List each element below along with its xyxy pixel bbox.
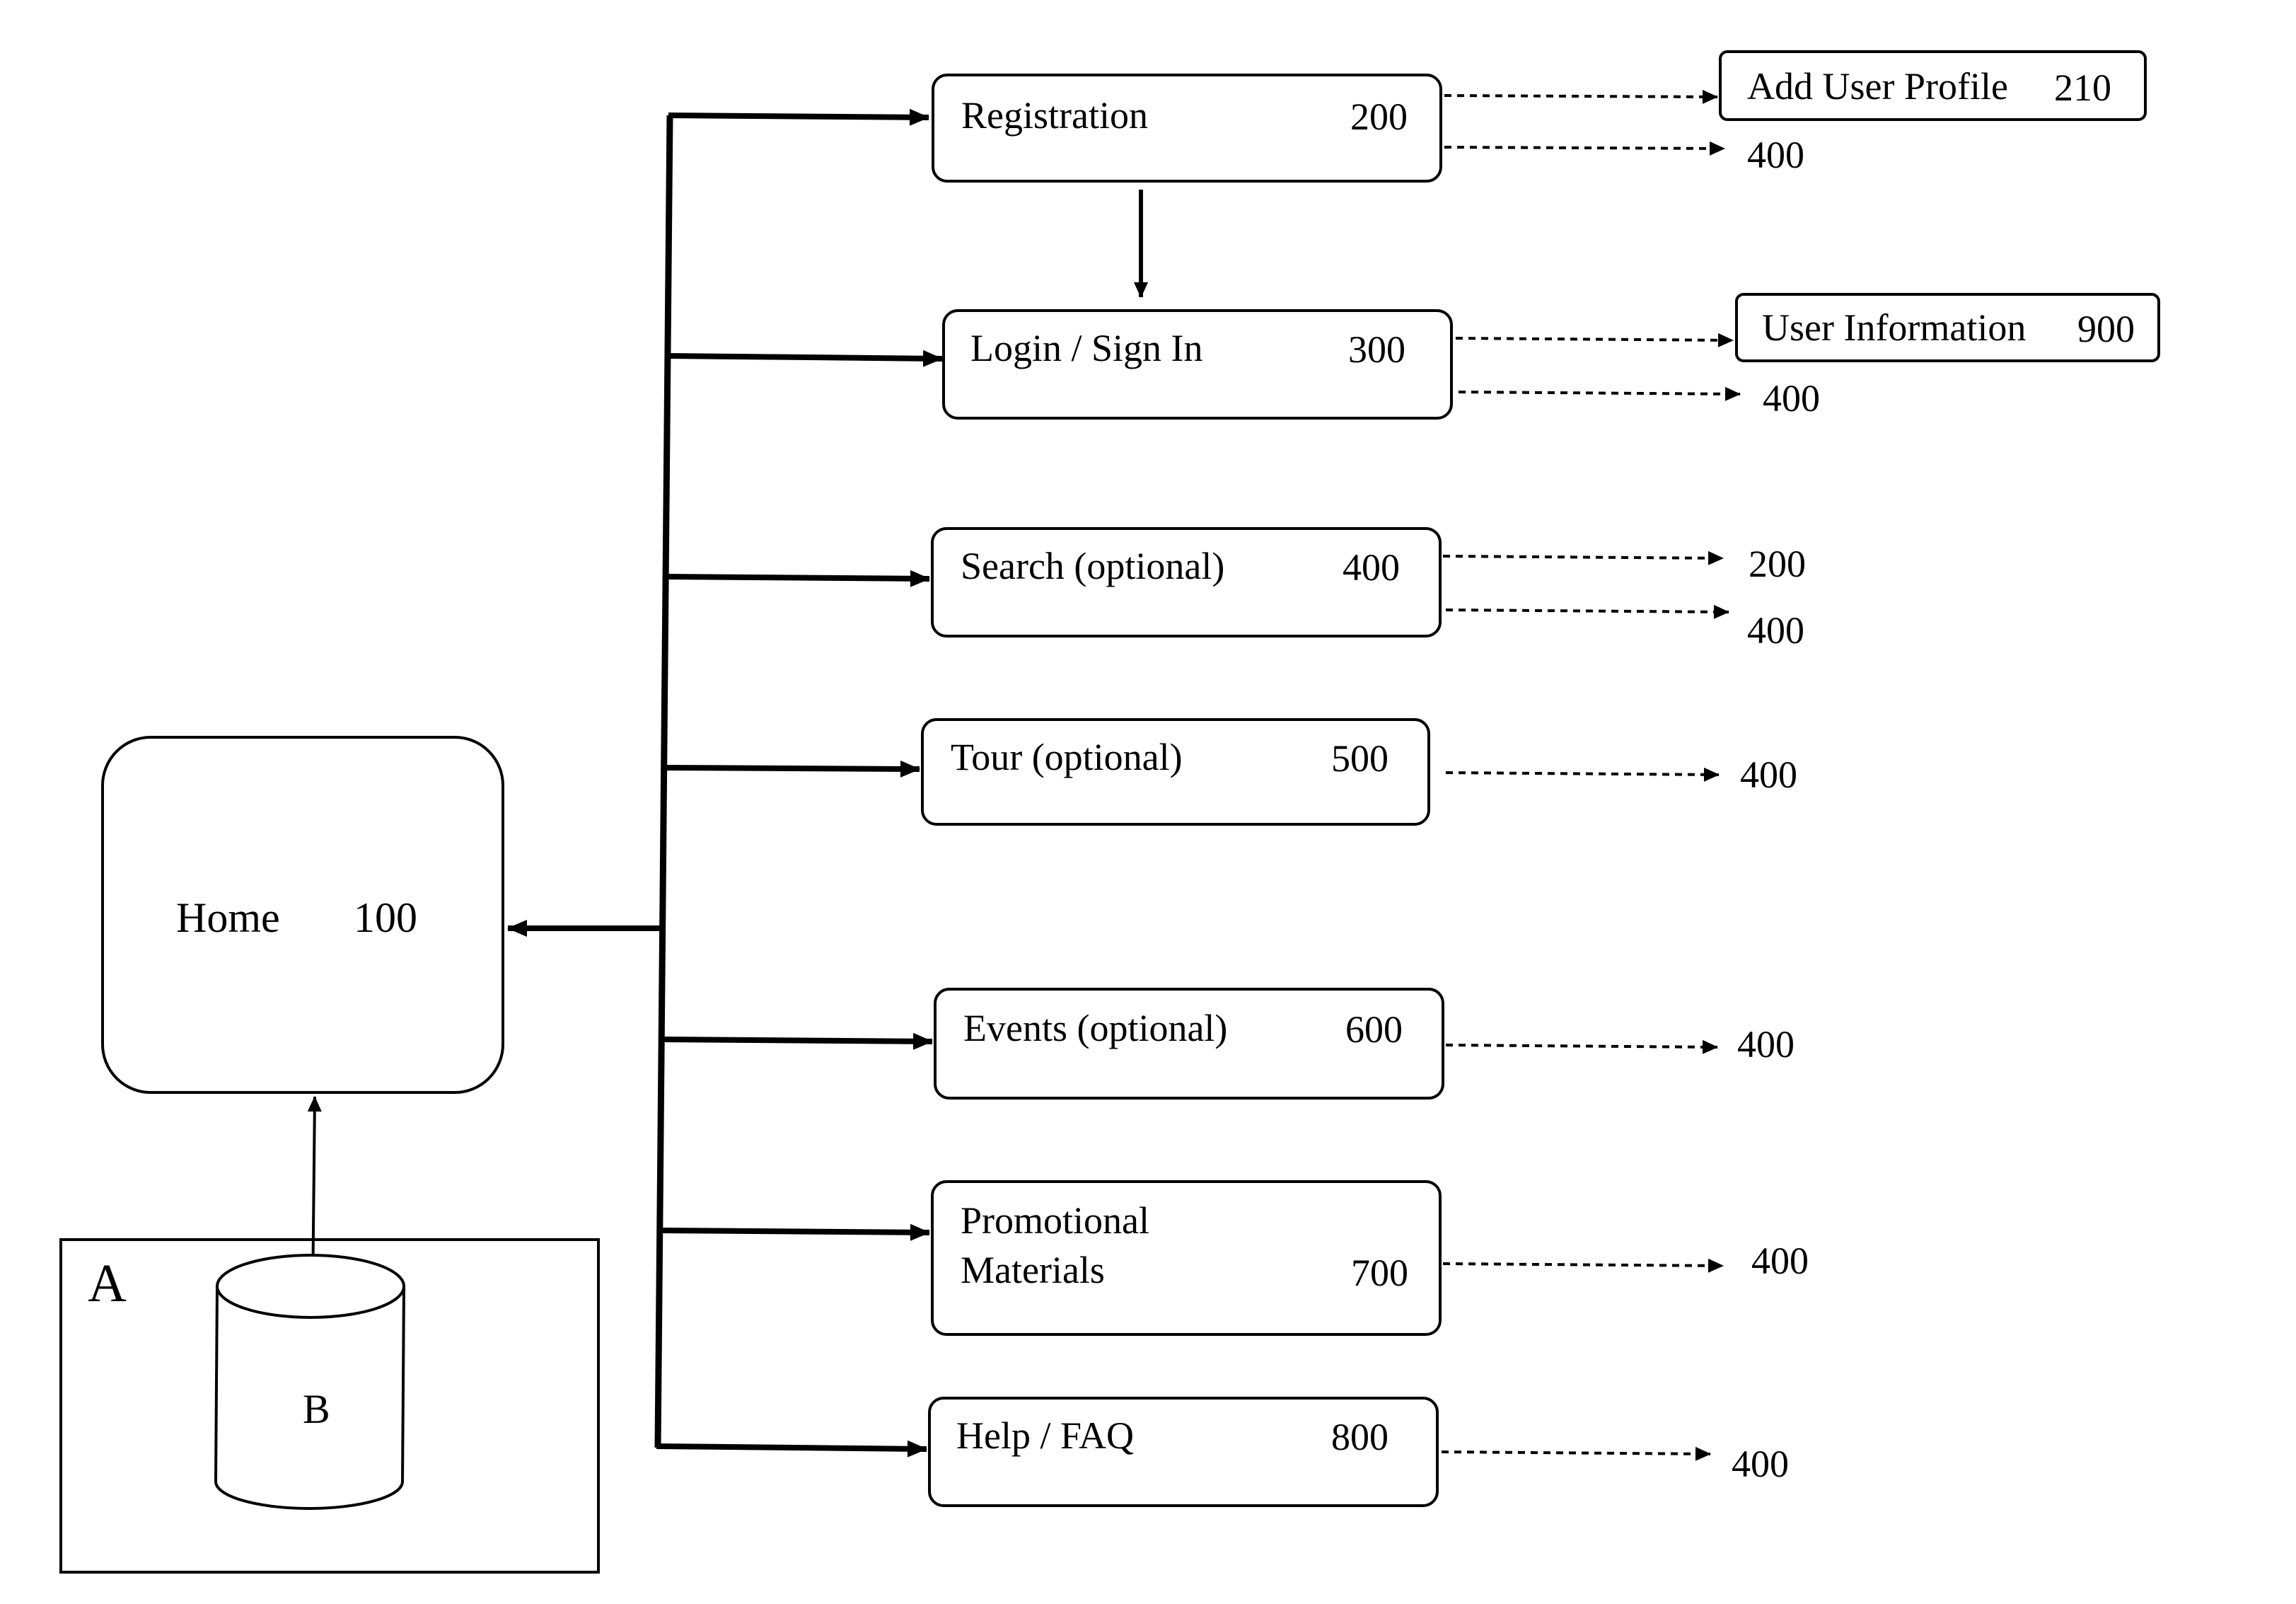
add-user-profile-label: Add User Profile: [1747, 65, 2008, 108]
arrow-to-events: [662, 1032, 933, 1050]
ref-help-400: 400: [1732, 1443, 1789, 1485]
tour-node[interactable]: Tour (optional) 500: [921, 718, 1430, 826]
ref-tour-400: 400: [1740, 754, 1797, 796]
ref-promo-400: 400: [1751, 1240, 1809, 1282]
login-node[interactable]: Login / Sign In 300: [942, 309, 1453, 420]
search-number: 400: [1343, 546, 1400, 589]
promotional-label-line1: Promotional: [961, 1199, 1149, 1242]
dashed-search-to-200: [1442, 550, 1724, 565]
user-information-number: 900: [2077, 308, 2135, 350]
home-number: 100: [354, 894, 417, 941]
home-label: Home: [176, 894, 280, 941]
events-node[interactable]: Events (optional) 600: [934, 988, 1444, 1100]
ref-search-200: 200: [1749, 543, 1806, 585]
tour-label: Tour (optional): [951, 736, 1183, 778]
registration-node[interactable]: Registration 200: [932, 74, 1442, 183]
promotional-materials-node[interactable]: Promotional Materials 700: [931, 1180, 1442, 1336]
user-information-node[interactable]: User Information 900: [1735, 293, 2160, 362]
arrow-to-registration: [668, 108, 929, 126]
dashed-help-to-400: [1441, 1446, 1711, 1461]
add-user-profile-number: 210: [2054, 67, 2111, 109]
ref-login-400: 400: [1763, 377, 1820, 420]
dashed-events-to-400: [1445, 1039, 1718, 1054]
dashed-registration-to-400: [1444, 141, 1725, 156]
dashed-search-to-400: [1445, 604, 1729, 619]
promotional-label-line2: Materials: [961, 1249, 1105, 1291]
search-node[interactable]: Search (optional) 400: [931, 527, 1442, 637]
arrow-to-search: [666, 570, 930, 587]
arrow-to-promo: [660, 1223, 930, 1241]
dashed-login-to-userinfo: [1455, 333, 1734, 347]
dashed-promo-to-400: [1442, 1258, 1724, 1273]
ref-events-400: 400: [1737, 1023, 1795, 1066]
home-node[interactable]: Home 100: [101, 736, 504, 1094]
ref-search-400: 400: [1747, 609, 1804, 652]
ref-registration-400: 400: [1747, 134, 1804, 176]
arrow-to-login: [668, 350, 943, 367]
help-faq-label: Help / FAQ: [956, 1414, 1134, 1457]
trunk-line: [654, 115, 673, 1448]
registration-label: Registration: [961, 94, 1148, 137]
events-number: 600: [1345, 1008, 1403, 1051]
login-number: 300: [1348, 328, 1405, 371]
container-a-label: A: [88, 1254, 127, 1313]
dashed-tour-to-400: [1445, 767, 1720, 782]
login-label: Login / Sign In: [970, 327, 1203, 369]
help-faq-number: 800: [1331, 1416, 1388, 1458]
promotional-number: 700: [1351, 1252, 1408, 1294]
events-label: Events (optional): [963, 1007, 1228, 1049]
dashed-login-to-400: [1458, 386, 1741, 401]
dashed-registration-to-profile: [1444, 89, 1718, 104]
search-label: Search (optional): [961, 545, 1225, 587]
tour-number: 500: [1331, 737, 1388, 780]
registration-number: 200: [1350, 96, 1408, 138]
arrow-to-tour: [664, 760, 920, 778]
database-label: B: [303, 1386, 330, 1432]
add-user-profile-node[interactable]: Add User Profile 210: [1719, 50, 2147, 121]
help-faq-node[interactable]: Help / FAQ 800: [928, 1397, 1439, 1507]
user-information-label: User Information: [1762, 306, 2027, 349]
arrow-to-help: [656, 1440, 927, 1458]
